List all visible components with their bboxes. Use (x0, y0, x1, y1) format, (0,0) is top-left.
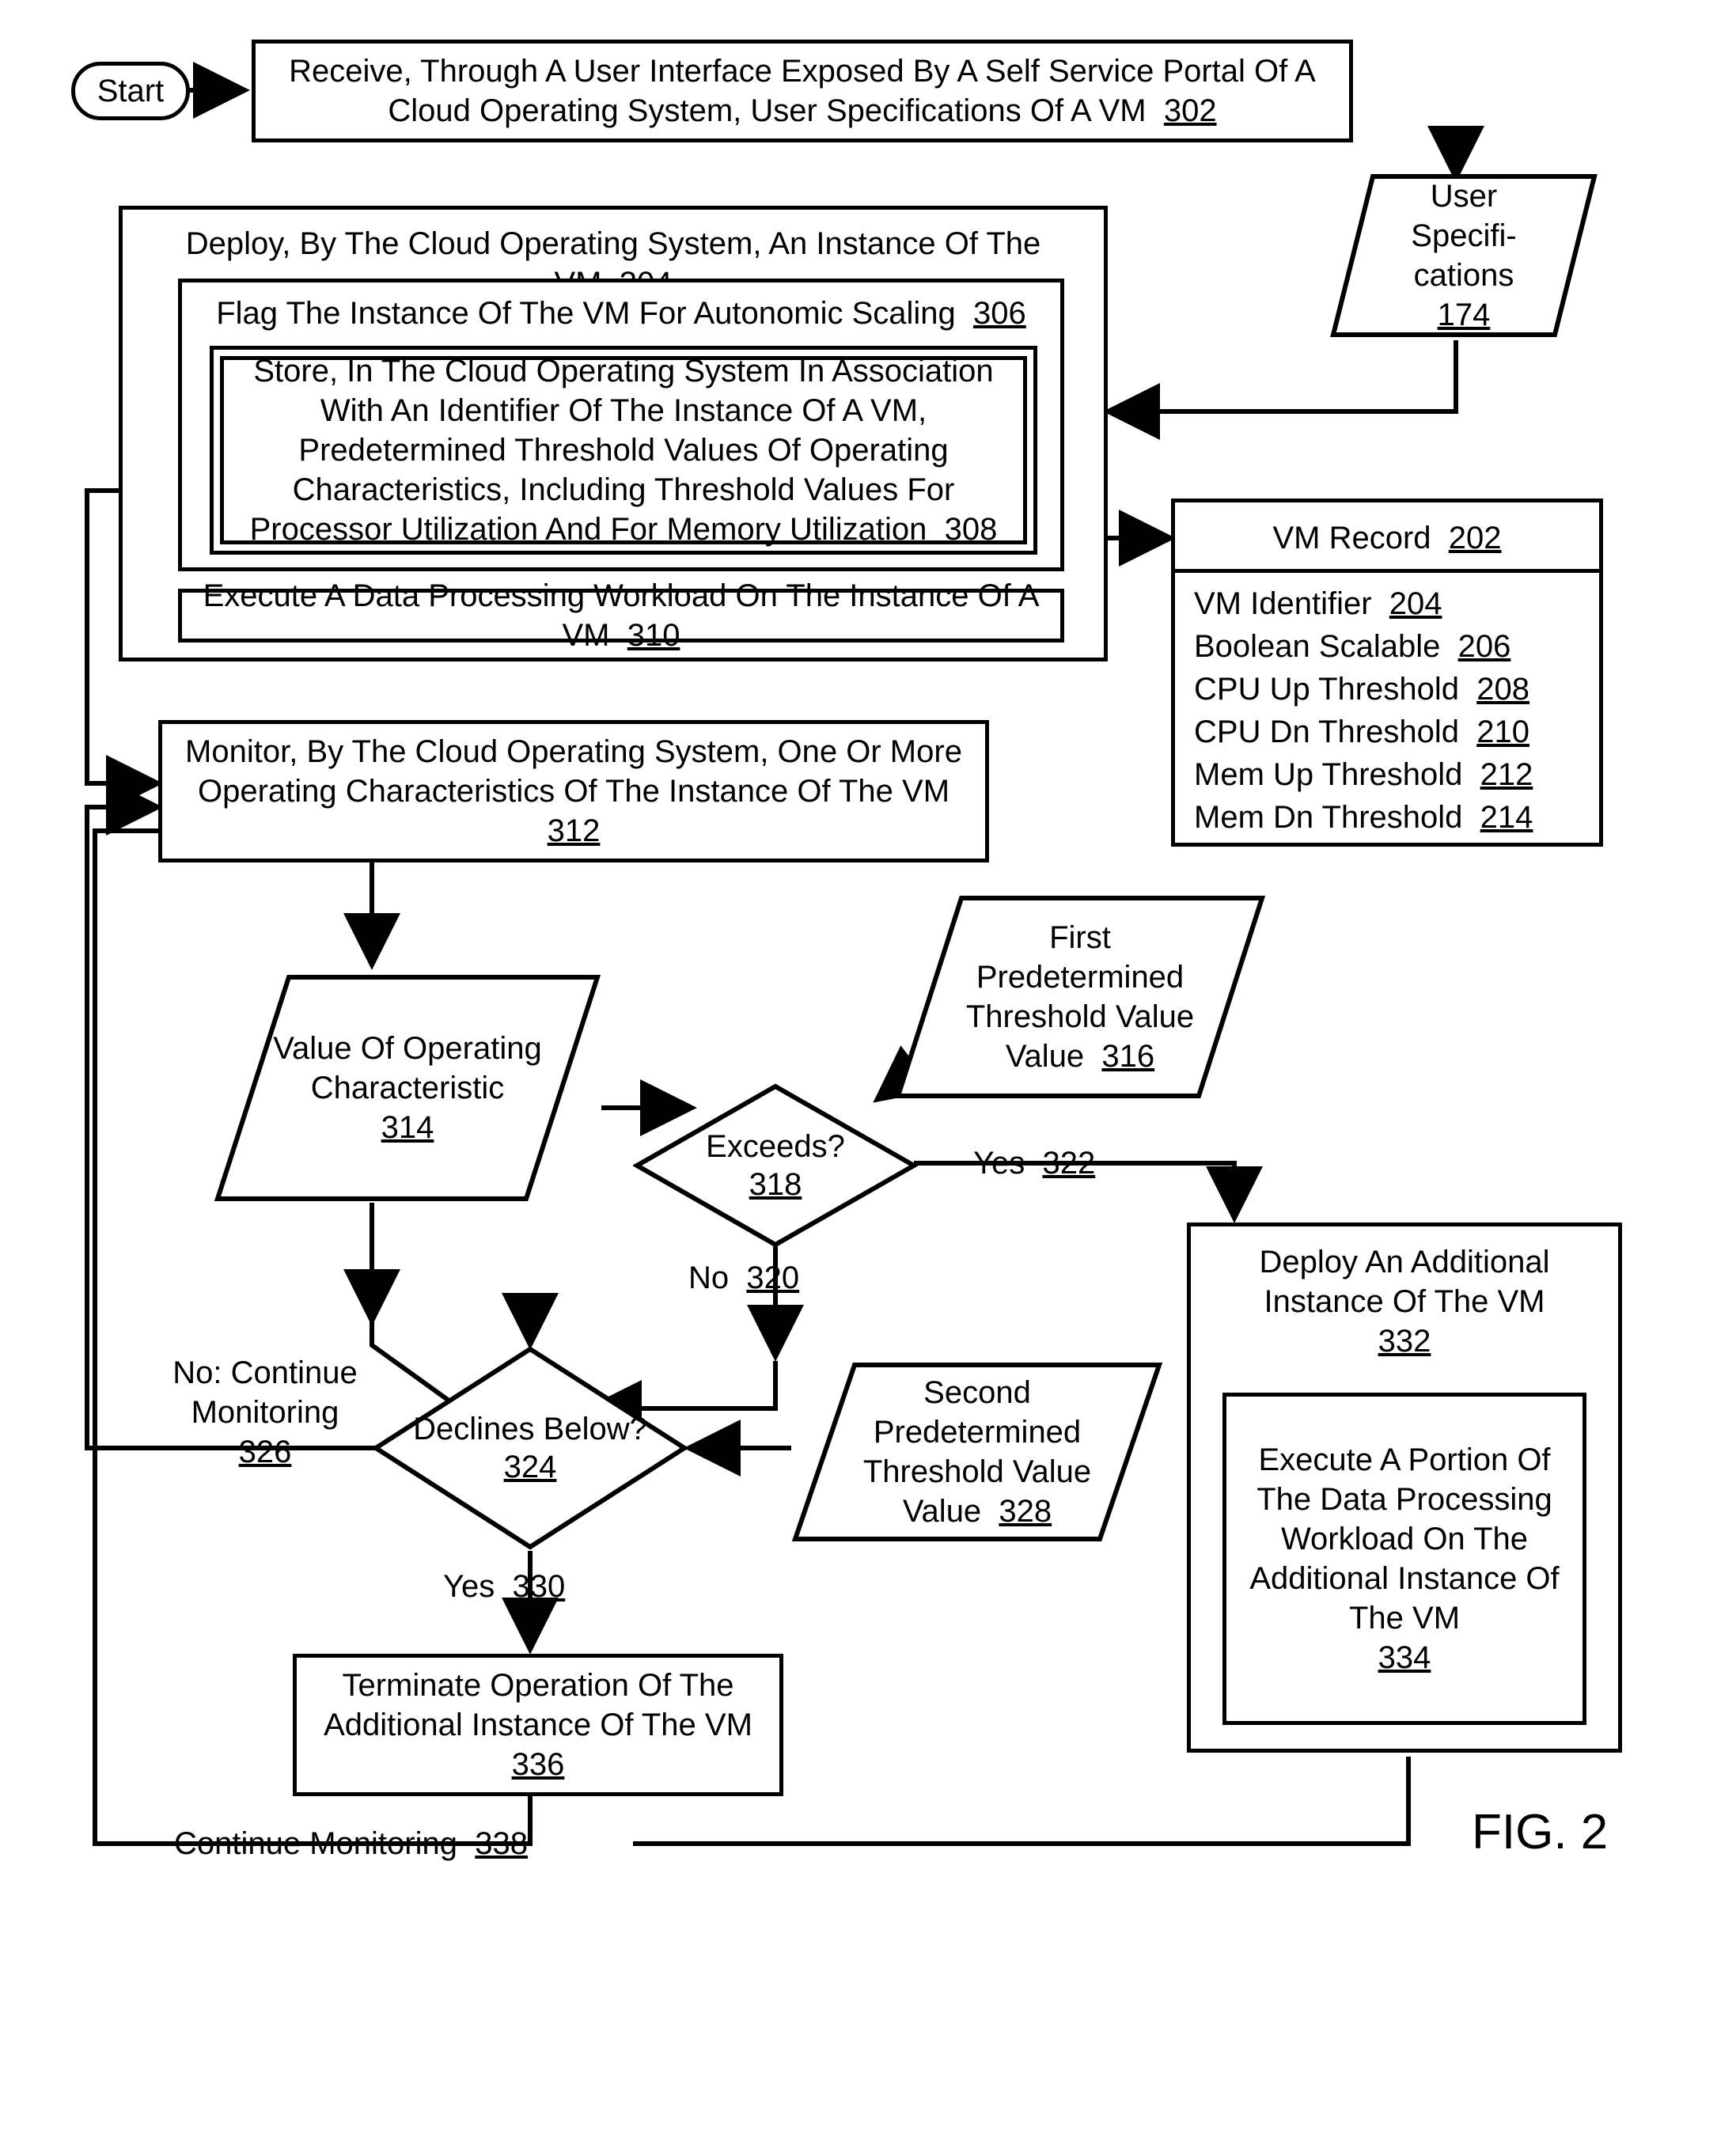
step-334-text: Execute A Portion Of The Data Processing… (1249, 1442, 1559, 1636)
step-302-text: Receive, Through A User Interface Expose… (289, 54, 1316, 128)
data-328: Second Predetermined Threshold Value Val… (791, 1361, 1163, 1543)
step-306-ref: 306 (973, 296, 1026, 331)
user-spec-ref: 174 (1438, 295, 1491, 335)
step-308: Store, In The Cloud Operating System In … (220, 356, 1027, 544)
data-316-text: First Predetermined Threshold Value (942, 918, 1219, 1037)
start-terminator: Start (71, 62, 190, 120)
data-314-ref: 314 (381, 1108, 434, 1147)
step-308-text: Store, In The Cloud Operating System In … (250, 354, 994, 547)
branch-no-326: No: Continue Monitoring326 (166, 1353, 364, 1472)
step-336-ref: 336 (512, 1747, 565, 1782)
decision-318: Exceeds? 318 (633, 1082, 918, 1249)
figure-label: FIG. 2 (1472, 1804, 1608, 1860)
step-336-text: Terminate Operation Of The Additional In… (324, 1668, 752, 1742)
decision-324-ref: 324 (504, 1448, 557, 1486)
vm-record-row: Mem Dn Threshold 214 (1194, 796, 1580, 839)
data-314-text: Value Of Operating Characteristic (261, 1029, 554, 1108)
vm-record-row: CPU Up Threshold 208 (1194, 668, 1580, 711)
user-spec-text: User Specifi-cations (1377, 176, 1551, 295)
decision-324: Declines Below? 324 (372, 1345, 688, 1551)
step-306-text: Flag The Instance Of The VM For Autonomi… (216, 296, 956, 331)
step-332-ref: 332 (1378, 1324, 1431, 1359)
step-312-text: Monitor, By The Cloud Operating System, … (185, 734, 962, 809)
decision-324-text: Declines Below? (413, 1410, 647, 1448)
branch-no-320: No 320 (688, 1258, 799, 1298)
step-310: Execute A Data Processing Workload On Th… (178, 589, 1064, 643)
data-316: First Predetermined Threshold Value Valu… (894, 894, 1266, 1100)
data-user-spec: User Specifi-cations 174 (1329, 172, 1598, 339)
step-308-ref: 308 (945, 512, 998, 547)
vm-record-row: Boolean Scalable 206 (1194, 625, 1580, 668)
step-334: Execute A Portion Of The Data Processing… (1222, 1393, 1586, 1725)
step-310-text: Execute A Data Processing Workload On Th… (203, 578, 1040, 653)
branch-yes-330: Yes 330 (443, 1567, 565, 1606)
decision-318-ref: 318 (749, 1166, 802, 1204)
data-328-ref: 328 (999, 1494, 1052, 1529)
step-332-text: Deploy An Additional Instance Of The VM (1260, 1245, 1550, 1319)
branch-yes-322: Yes 322 (973, 1143, 1095, 1183)
vm-record-row: CPU Dn Threshold 210 (1194, 711, 1580, 753)
vm-record: VM Record 202 VM Identifier 204 Boolean … (1171, 498, 1603, 847)
step-336: Terminate Operation Of The Additional In… (293, 1654, 783, 1796)
start-label: Start (97, 74, 164, 109)
decision-318-text: Exceeds? (706, 1128, 845, 1166)
vm-record-title-ref: 202 (1449, 521, 1502, 555)
vm-record-row: VM Identifier 204 (1194, 582, 1580, 625)
data-316-ref: 316 (1101, 1039, 1154, 1074)
vm-record-title: VM Record (1272, 521, 1431, 555)
continue-monitoring-338: Continue Monitoring 338 (174, 1824, 528, 1863)
step-312: Monitor, By The Cloud Operating System, … (158, 720, 989, 862)
step-312-ref: 312 (548, 813, 601, 848)
step-302: Receive, Through A User Interface Expose… (252, 40, 1353, 142)
step-334-ref: 334 (1378, 1640, 1431, 1675)
data-314: Value Of Operating Characteristic 314 (214, 973, 601, 1203)
step-310-ref: 310 (627, 618, 680, 653)
step-302-ref: 302 (1164, 93, 1217, 128)
vm-record-row: Mem Up Threshold 212 (1194, 753, 1580, 796)
data-328-text: Second Predetermined Threshold Value (839, 1373, 1116, 1492)
